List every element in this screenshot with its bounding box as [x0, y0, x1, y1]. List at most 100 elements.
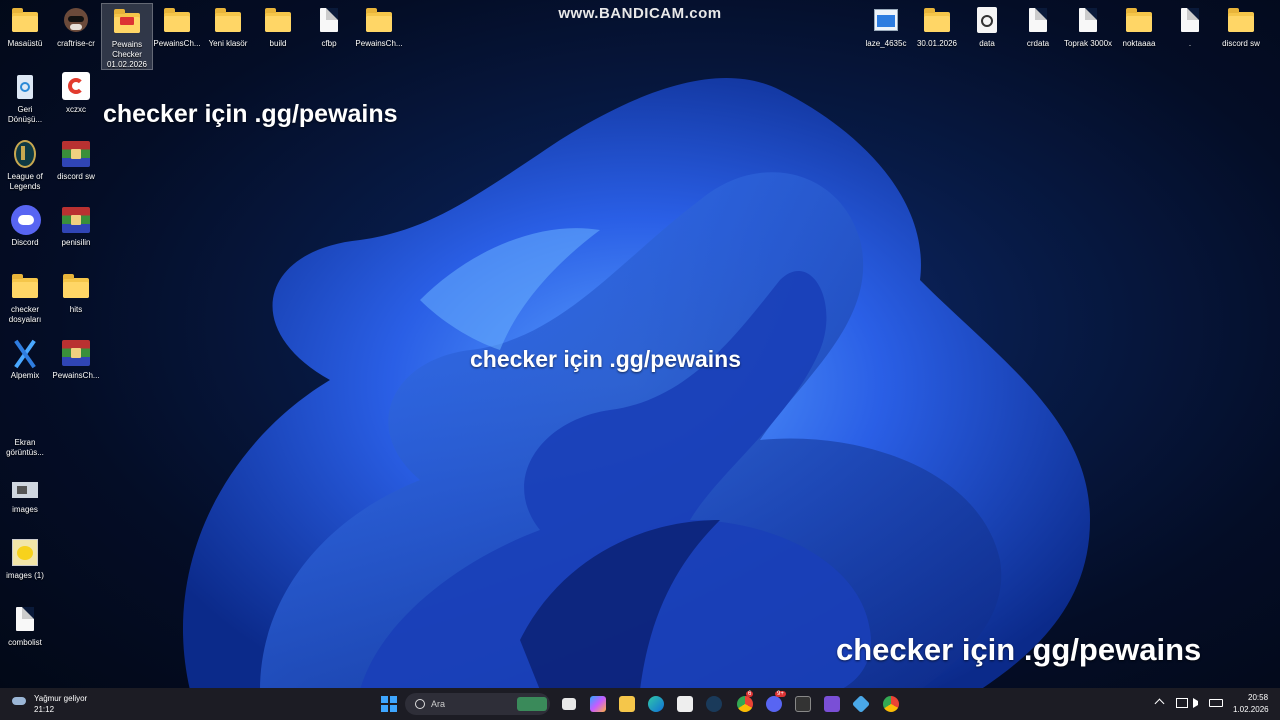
desktop-icon-crdata[interactable]: crdata: [1013, 6, 1063, 49]
desktop-icon-pewains-checker[interactable]: Pewains Checker 01.02.2026: [101, 3, 153, 70]
desktop-icon-pewainsch-rar[interactable]: PewainsCh...: [51, 338, 101, 381]
folder-icon: [111, 7, 143, 37]
desktop-folder-icon: [9, 6, 41, 36]
search-box[interactable]: Ara: [405, 693, 550, 715]
desktop-icon-discord-sw[interactable]: discord sw: [51, 139, 101, 182]
desktop-icon-label: Yeni klasör: [208, 39, 248, 48]
desktop-icon-build[interactable]: build: [253, 6, 303, 49]
desktop-icon-30-01-2026[interactable]: 30.01.2026: [912, 6, 962, 49]
steam-icon[interactable]: [706, 696, 722, 712]
task-view-icon[interactable]: [562, 698, 576, 710]
desktop-icon-noktaaaa[interactable]: noktaaaa: [1114, 6, 1164, 49]
chrome-icon-2[interactable]: [883, 696, 899, 712]
desktop-icon-label: Geri Dönüşü...: [7, 105, 43, 124]
desktop-icon-label: Ekran görüntüs...: [6, 438, 44, 457]
folder-icon: [9, 272, 41, 302]
folder-icon: [1225, 6, 1257, 36]
desktop-icon-label: League of Legends: [7, 172, 43, 191]
weather-label: Yağmur geliyor: [34, 694, 88, 703]
chrome-badge: 6: [746, 691, 754, 697]
desktop-icon-images-1[interactable]: images (1): [0, 538, 50, 581]
network-tool-icon[interactable]: [851, 694, 871, 714]
file-explorer-icon[interactable]: [619, 696, 635, 712]
desktop-icon-xczxc[interactable]: xczxc: [51, 72, 101, 115]
desktop-icon-label: 30.01.2026: [916, 39, 958, 48]
chevron-up-icon[interactable]: [1154, 698, 1165, 709]
raccoon-icon: [60, 6, 92, 36]
desktop-icon-label: Masaüstü: [7, 39, 43, 48]
search-icon: [415, 699, 425, 709]
desktop-icon-hits[interactable]: hits: [51, 272, 101, 315]
desktop-icon-cfbp[interactable]: cfbp: [304, 6, 354, 49]
desktop-icon-label: PewainsCh...: [355, 39, 403, 48]
overlay-text-bottom: checker için .gg/pewains: [836, 632, 1202, 667]
text-file-icon: [1072, 6, 1104, 36]
desktop-icon-label: hits: [69, 305, 83, 314]
desktop-icon-label: cfbp: [321, 39, 337, 48]
discord-taskbar-icon[interactable]: 9+: [766, 691, 786, 712]
folder-icon: [262, 6, 294, 36]
clock-date[interactable]: 1.02.2026: [1233, 705, 1269, 714]
rain-cloud-icon: [12, 697, 26, 705]
clock-time[interactable]: 20:58: [1248, 693, 1268, 702]
pikachu-image-icon: [9, 538, 41, 568]
desktop-icon-images[interactable]: images: [0, 472, 50, 515]
recording-watermark: www.BANDICAM.com: [558, 5, 722, 22]
desktop-icon-toprak[interactable]: Toprak 3000x: [1063, 6, 1113, 49]
volume-icon[interactable]: [1193, 698, 1203, 708]
data-file-icon: [971, 6, 1003, 36]
terminal-icon[interactable]: [795, 696, 811, 712]
desktop-icon-checker-dosyalari[interactable]: checker dosyaları: [0, 272, 50, 325]
desktop-icon-alpemix[interactable]: Alpemix: [0, 338, 50, 381]
desktop-icon-label: images (1): [6, 571, 44, 580]
desktop-icon-label: Discord: [11, 238, 39, 247]
desktop-icon-laze[interactable]: laze_4635c: [861, 6, 911, 49]
overlay-text-center: checker için .gg/pewains: [470, 346, 741, 372]
desktop-icon-label: Pewains Checker 01.02.2026: [106, 40, 148, 69]
image-file-icon: [870, 6, 902, 36]
discord-badge: 9+: [775, 691, 786, 697]
battery-icon[interactable]: [1209, 699, 1223, 707]
start-icon: [381, 696, 397, 712]
desktop-icon-ekran-goruntusu[interactable]: Ekran görüntüs...: [0, 405, 50, 458]
desktop-icon-label: checker dosyaları: [8, 305, 42, 324]
copilot-icon[interactable]: [590, 696, 606, 712]
winrar-icon: [60, 205, 92, 235]
desktop-icon-pewainsch-1[interactable]: PewainsCh...: [152, 6, 202, 49]
store-icon[interactable]: [677, 696, 693, 712]
network-icon[interactable]: [1176, 698, 1188, 708]
desktop-icon-label: Toprak 3000x: [1063, 39, 1113, 48]
folder-icon: [921, 6, 953, 36]
start-button[interactable]: [381, 696, 397, 712]
league-icon: [9, 139, 41, 169]
desktop-icon-league[interactable]: League of Legends: [0, 139, 50, 192]
desktop-icon-pewainsch-2[interactable]: PewainsCh...: [354, 6, 404, 49]
desktop-icon-label: noktaaaa: [1122, 39, 1156, 48]
weather-widget[interactable]: Yağmur geliyor 21:12: [10, 692, 100, 716]
desktop-icon-penisilin[interactable]: penisilin: [51, 205, 101, 248]
desktop-icon-discord-sw-folder[interactable]: discord sw: [1216, 6, 1266, 49]
desktop-icon-label: craftrise-cr: [57, 39, 95, 48]
desktop-icon-data[interactable]: data: [962, 6, 1012, 49]
file-icon: [313, 6, 345, 36]
file-icon: [1022, 6, 1054, 36]
file-icon: [9, 605, 41, 635]
image-icon: [9, 472, 41, 502]
overlay-text-top: checker için .gg/pewains: [103, 100, 398, 128]
desktop-icon-masaustu[interactable]: Masaüstü: [0, 6, 50, 49]
desktop-icon-recycle-bin[interactable]: Geri Dönüşü...: [0, 72, 50, 125]
desktop-icon-discord[interactable]: Discord: [0, 205, 50, 248]
visual-studio-icon[interactable]: [824, 696, 840, 712]
desktop-icon-label: .: [1188, 39, 1192, 48]
chrome-icon[interactable]: 6: [737, 691, 754, 712]
recycle-bin-icon: [9, 72, 41, 102]
edge-icon[interactable]: [648, 696, 664, 712]
desktop-icon-label: laze_4635c: [865, 39, 907, 48]
winrar-icon: [60, 139, 92, 169]
desktop-icon-label: images: [12, 505, 38, 514]
desktop-icon-dot[interactable]: .: [1165, 6, 1215, 49]
desktop-icon-craftrise[interactable]: craftrise-cr: [51, 6, 101, 49]
desktop-icon-label: Alpemix: [10, 371, 40, 380]
desktop-icon-yeni-klasor[interactable]: Yeni klasör: [203, 6, 253, 49]
desktop-icon-combolist[interactable]: combolist: [0, 605, 50, 648]
